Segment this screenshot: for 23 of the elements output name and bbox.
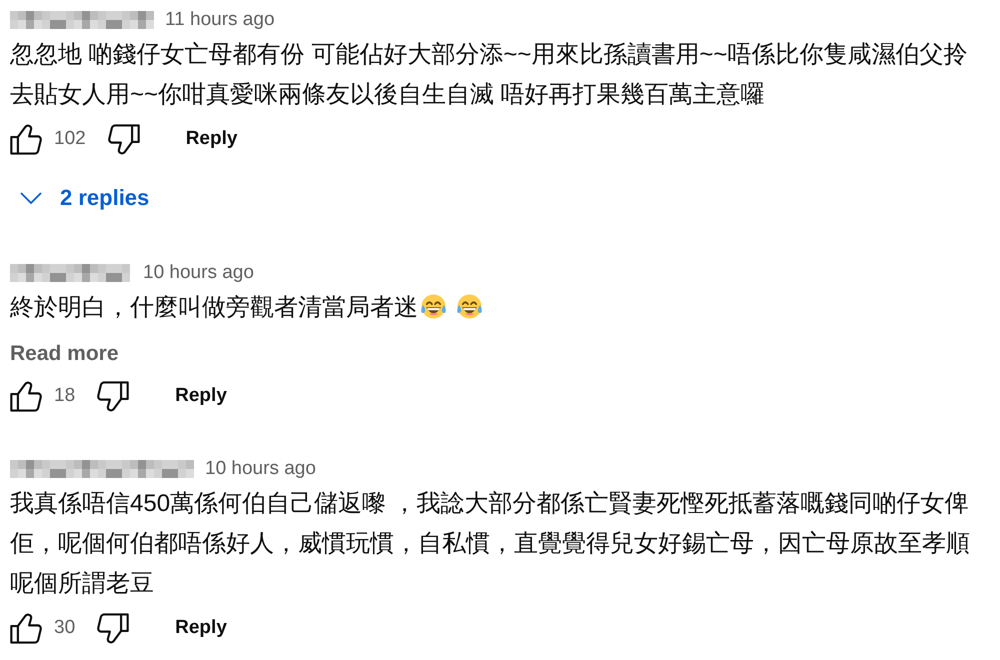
like-count: 102 xyxy=(54,128,86,150)
thumbs-down-icon[interactable] xyxy=(97,612,130,644)
comment-timestamp: 10 hours ago xyxy=(205,457,316,481)
thumbs-up-icon[interactable] xyxy=(10,612,42,644)
laughing-tears-emoji-icon xyxy=(420,293,447,320)
reply-button[interactable]: Reply xyxy=(176,124,248,154)
comment-text: 終於明白，什麼叫做旁觀者清當局者迷 xyxy=(10,294,418,321)
comment-timestamp: 11 hours ago xyxy=(165,8,275,32)
thumbs-down-icon[interactable] xyxy=(97,380,130,412)
thumbs-down-icon[interactable] xyxy=(108,124,140,154)
thumbs-up-icon[interactable] xyxy=(10,124,42,154)
like-count: 18 xyxy=(54,385,76,407)
comment-text: 忽忽地 啲錢仔女亡母都有份 可能佔好大部分添~~用來比孫讀書用~~唔係比你隻咸濕伯父拎去貼女人用~~你咁真愛咪兩條友以後自生自滅 唔好再打果幾百萬主意囉 xyxy=(10,41,968,108)
reply-button[interactable]: Reply xyxy=(165,613,237,643)
like-count: 30 xyxy=(54,617,76,639)
comment-timestamp: 10 hours ago xyxy=(143,261,254,285)
comment-text: 我真係唔信450萬係何伯自己儲返嚟 ，我諗大部分都係亡賢妻死慳死抵蓄落嘅錢同啲仔女俾佢，呢個何伯都唔係好人，威慣玩慣，自私慣，直覺覺得兒女好錫亡母，因亡母原故至孝順呢個所謂老豆 xyxy=(10,490,970,597)
chevron-down-icon xyxy=(20,192,42,204)
reply-button[interactable]: Reply xyxy=(165,381,237,411)
replies-toggle[interactable]: 2 replies xyxy=(10,178,156,218)
thumbs-up-icon[interactable] xyxy=(10,380,42,412)
laughing-tears-emoji-icon xyxy=(456,293,483,320)
read-more-link[interactable]: Read more xyxy=(10,336,119,372)
